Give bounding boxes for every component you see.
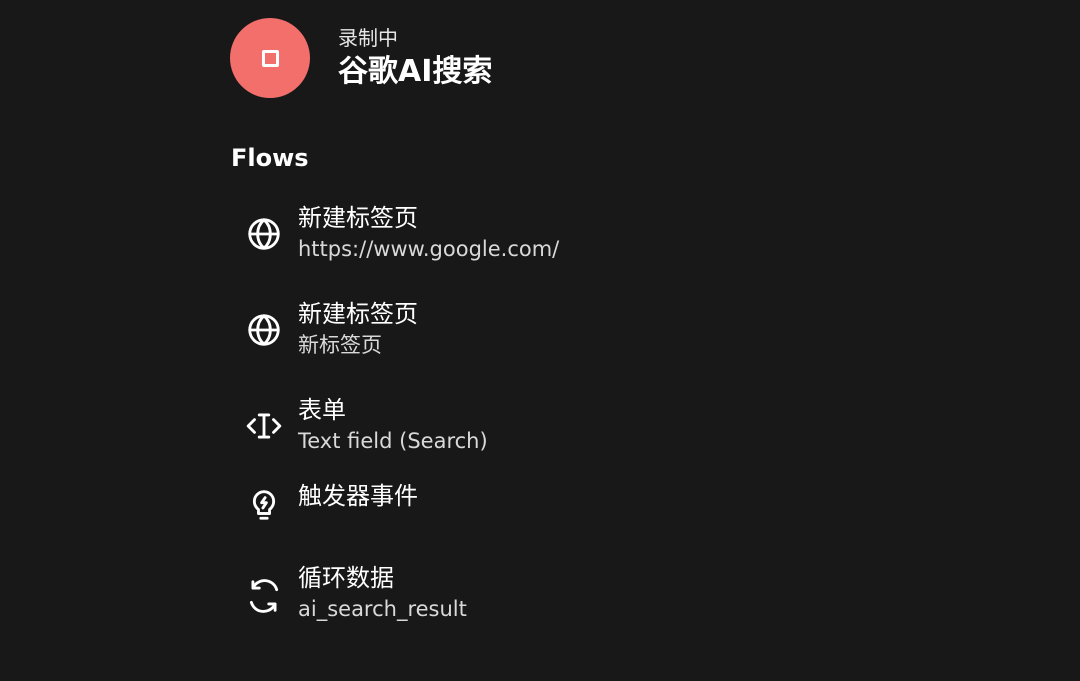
flow-item-title: 循环数据 <box>298 564 394 592</box>
flow-item-new-tab-google[interactable]: 新建标签页 https://www.google.com/ <box>245 200 805 296</box>
globe-icon <box>245 311 283 349</box>
flow-item-text: 表单 Text field (Search) <box>298 394 488 455</box>
flow-item-text: 新建标签页 https://www.google.com/ <box>298 202 559 263</box>
lightbulb-bolt-icon <box>245 485 283 523</box>
flow-item-text: 触发器事件 <box>298 480 418 512</box>
flow-item-subtitle: 新标签页 <box>298 333 382 357</box>
stop-icon <box>261 49 279 67</box>
flow-item-title: 新建标签页 <box>298 300 418 328</box>
recording-title: 谷歌AI搜索 <box>338 54 493 89</box>
flow-item-form[interactable]: 表单 Text field (Search) <box>245 392 805 488</box>
recording-info: 录制中 谷歌AI搜索 <box>338 25 492 91</box>
flow-item-trigger-event[interactable]: 触发器事件 <box>245 482 805 572</box>
flow-item-title: 新建标签页 <box>298 204 418 232</box>
globe-icon <box>245 215 283 253</box>
stop-recording-button[interactable] <box>230 18 310 98</box>
flow-item-subtitle: https://www.google.com/ <box>298 237 560 261</box>
flow-item-new-tab[interactable]: 新建标签页 新标签页 <box>245 296 805 392</box>
recording-header: 录制中 谷歌AI搜索 <box>230 18 492 98</box>
flow-list: 新建标签页 https://www.google.com/ 新建标签页 新标签页 <box>245 200 805 668</box>
flow-item-loop-data[interactable]: 循环数据 ai_search_result <box>245 564 805 668</box>
flow-item-title: 触发器事件 <box>298 482 418 510</box>
flow-item-subtitle: Text field (Search) <box>298 429 488 453</box>
text-field-icon <box>245 407 283 445</box>
flow-item-text: 新建标签页 新标签页 <box>298 298 418 359</box>
flow-item-subtitle: ai_search_result <box>298 597 467 621</box>
flow-item-title: 表单 <box>298 396 346 424</box>
flows-heading: Flows <box>231 144 309 172</box>
flow-item-text: 循环数据 ai_search_result <box>298 562 467 623</box>
refresh-loop-icon <box>245 577 283 615</box>
recording-status: 录制中 <box>338 26 398 50</box>
